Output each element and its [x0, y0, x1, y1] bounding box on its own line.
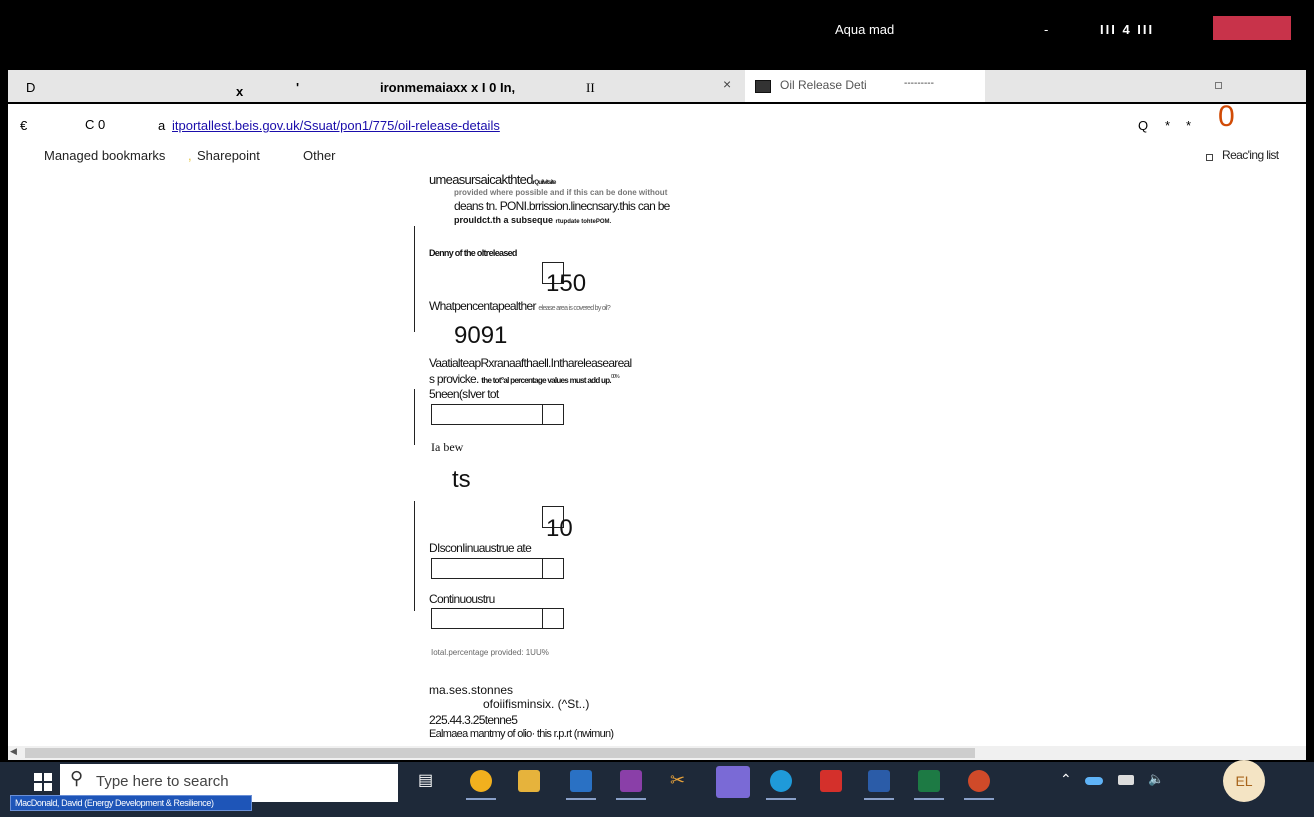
active-indicator: [616, 798, 646, 800]
density-value: 150: [546, 270, 587, 297]
outlook-icon[interactable]: [570, 770, 592, 792]
provide-label: s provicke. the tot°al percentage values…: [429, 372, 620, 386]
intro-text-line3: deans tn. PONI.brrission.linecnsary.this…: [454, 199, 670, 213]
folder-icon: ,: [188, 148, 192, 163]
active-indicator: [914, 798, 944, 800]
ts-value: ts: [452, 466, 471, 493]
refresh-icon[interactable]: C 0: [85, 117, 105, 132]
continuous-input[interactable]: [431, 608, 564, 629]
window-title: Aqua mad: [835, 22, 895, 37]
tab-label-x[interactable]: x: [236, 84, 243, 99]
percent-question-label: Whatpencentapealther elease area is cove…: [429, 299, 611, 313]
tab-label-d[interactable]: D: [26, 80, 35, 95]
collections-icon[interactable]: *: [1186, 118, 1191, 133]
section-divider: [414, 389, 415, 445]
ia-bew-label: Ia bew: [431, 440, 464, 454]
minimize-button[interactable]: -: [1044, 22, 1048, 37]
network-icon[interactable]: [1118, 775, 1134, 785]
page-icon: [755, 80, 771, 93]
section-divider: [414, 501, 415, 611]
intro-text-line2: provided where possible and if this can …: [454, 188, 668, 197]
active-indicator: [566, 798, 596, 800]
silver-input[interactable]: [431, 404, 564, 425]
intro-text-line4: prouldct.th a subseque rtupdate tohtePOM…: [454, 215, 612, 225]
tray-chevron-up-icon[interactable]: ⌃: [1060, 771, 1072, 788]
active-indicator: [864, 798, 894, 800]
section-divider: [414, 226, 415, 332]
word-icon[interactable]: [868, 770, 890, 792]
tab-label-ii[interactable]: II: [586, 80, 595, 96]
onenote-icon[interactable]: [620, 770, 642, 792]
tab-strip: [8, 70, 1306, 102]
teams-icon[interactable]: [716, 766, 750, 798]
discontinuous-value: 10: [546, 515, 573, 542]
snipping-tool-icon[interactable]: ✂: [670, 770, 692, 792]
excel-icon[interactable]: [918, 770, 940, 792]
silver-label: 5neen(sIver tot: [429, 387, 499, 401]
search-icon[interactable]: Q: [1138, 118, 1148, 133]
volume-icon[interactable]: 🔈: [1148, 771, 1164, 787]
user-name-tag: MacDonald, David (Energy Development & R…: [10, 795, 252, 811]
file-explorer-icon[interactable]: [518, 770, 540, 792]
favorite-icon[interactable]: *: [1165, 118, 1170, 133]
url-field[interactable]: itportallest.beis.gov.uk/Ssuat/pon1/775/…: [172, 118, 500, 133]
active-indicator: [466, 798, 496, 800]
user-avatar[interactable]: EL: [1223, 760, 1265, 802]
task-view-icon[interactable]: ▤: [418, 770, 440, 792]
page-content: [8, 168, 1306, 746]
active-indicator: [964, 798, 994, 800]
lock-icon: a: [158, 118, 166, 133]
tab-loading-indicator: ---------: [904, 78, 934, 89]
search-icon: ⚲: [70, 768, 84, 788]
chrome-icon[interactable]: [470, 770, 492, 792]
density-label: Denny of the oltreleased: [429, 248, 517, 258]
intro-text-line1: umeasursaicakthtedrQuilvitsite: [429, 172, 556, 187]
tab-label-mark[interactable]: ': [296, 80, 299, 95]
powerpoint-icon[interactable]: [968, 770, 990, 792]
bookmark-managed[interactable]: Managed bookmarks: [44, 148, 165, 163]
discontinuous-input[interactable]: [431, 558, 564, 579]
tab-close-icon[interactable]: ×: [723, 76, 731, 92]
acrobat-icon[interactable]: [820, 770, 842, 792]
close-button[interactable]: [1213, 16, 1291, 40]
discontinuous-label: DIsconIinuaustrue ate: [429, 541, 532, 555]
estimate-label: Ealmaea mantmy of olio· this r.p.rt (nwi…: [429, 728, 614, 740]
profile-icon[interactable]: 0: [1218, 100, 1235, 134]
continuous-label: Continuoustru: [429, 592, 495, 606]
back-icon[interactable]: €: [20, 118, 27, 133]
mass-sub-label: ofoiifisminsix. (^St..): [483, 697, 590, 711]
scroll-left-icon[interactable]: ◀: [10, 746, 17, 757]
windows-start-icon[interactable]: [34, 773, 52, 791]
taskbar-search-placeholder: Type here to search: [96, 773, 229, 790]
reading-list-icon: [1206, 154, 1213, 161]
variation-label: VaatialteapRxranaafthaell.Inthareleasear…: [429, 356, 632, 370]
bookmark-sharepoint[interactable]: Sharepoint: [197, 148, 260, 163]
total-percentage-text: Iotal.percentage provided: 1UU%: [431, 648, 549, 657]
percent-value: 9091: [454, 322, 508, 349]
edge-icon[interactable]: [770, 770, 792, 792]
tab-title-main[interactable]: ironmemaiaxx x I 0 In,: [380, 80, 515, 95]
mass-value: 225.44.3.25tenne5: [429, 713, 518, 727]
restore-button[interactable]: III 4 III: [1100, 22, 1154, 37]
mass-label: ma.ses.stonnes: [429, 683, 514, 697]
bookmark-other[interactable]: Other: [303, 148, 336, 163]
reading-list-button[interactable]: Reac'ing list: [1222, 148, 1279, 162]
onedrive-icon[interactable]: [1085, 777, 1103, 785]
scrollbar-thumb[interactable]: [25, 748, 975, 758]
active-indicator: [766, 798, 796, 800]
new-tab-icon[interactable]: [1215, 82, 1222, 89]
tab-title-oil-release[interactable]: Oil Release Deti: [780, 78, 890, 92]
